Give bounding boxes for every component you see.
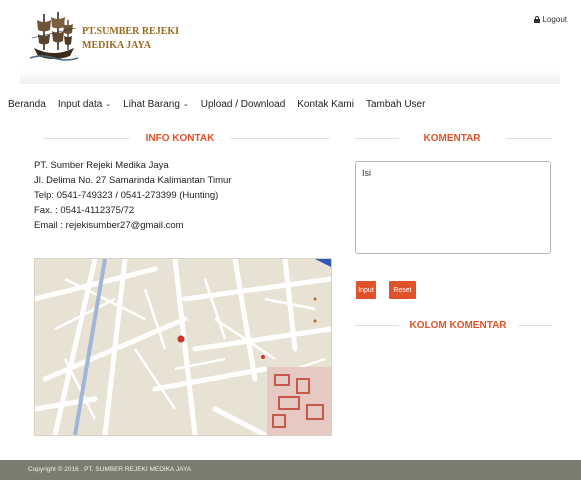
contact-company: PT. Sumber Rejeki Medika Jaya [34, 160, 169, 171]
nav-item-label: Kontak Kami [297, 98, 354, 110]
footer: Copyright © 2016 . PT. SUMBER REJEKI MED… [0, 460, 581, 480]
logout-label: Logout [542, 15, 567, 24]
divider [44, 138, 130, 139]
nav-item-beranda[interactable]: Beranda [8, 99, 46, 110]
divider [355, 138, 399, 139]
nav-item-upload-download[interactable]: Upload / Download [201, 99, 286, 110]
comment-textarea[interactable]: Isi [355, 161, 551, 254]
divider [355, 325, 399, 326]
input-button[interactable]: Input [356, 281, 376, 299]
contact-email: Email : rejekisumber27@gmail.com [34, 220, 184, 231]
nav-item-tambah-user[interactable]: Tambah User [366, 99, 425, 110]
contact-info: PT. Sumber Rejeki Medika Jaya Jl. Delima… [34, 158, 231, 233]
logout-link[interactable]: Logout [533, 15, 567, 24]
divider [506, 138, 552, 139]
nav-item-label: Tambah User [365, 98, 426, 110]
chevron-down-icon: ⌄ [182, 101, 189, 108]
komentar-title: KOMENTAR [423, 133, 481, 144]
nav-item-label: Upload / Download [200, 98, 286, 110]
map-graphic [35, 259, 331, 435]
brand-line-1: PT.SUMBER REJEKI [82, 26, 180, 37]
brand-line-2: MEDIKA JAYA [82, 40, 151, 51]
nav-item-label: Beranda [8, 98, 46, 110]
divider [518, 325, 552, 326]
header-divider [20, 70, 560, 84]
contact-address: Jl. Delima No. 27 Samarinda Kalimantan T… [34, 175, 232, 186]
copyright-text: Copyright © 2016 . PT. SUMBER REJEKI MED… [28, 466, 192, 473]
nav-item-lihat-barang[interactable]: Lihat Barang ⌄ [123, 99, 189, 110]
divider [230, 138, 330, 139]
location-map[interactable] [34, 258, 332, 436]
nav-item-kontak-kami[interactable]: Kontak Kami [297, 99, 354, 110]
header: PT.SUMBER REJEKI MEDIKA JAYA Logout [0, 0, 581, 84]
main-nav: Beranda Input data ⌄ Lihat Barang ⌄ Uplo… [0, 94, 429, 114]
nav-item-label: Input data [57, 98, 103, 110]
chevron-down-icon: ⌄ [105, 101, 112, 108]
lock-icon [533, 16, 540, 23]
reset-button[interactable]: Reset [389, 281, 416, 299]
brand-name: PT.SUMBER REJEKI MEDIKA JAYA [82, 25, 179, 53]
contact-fax: Fax. : 0541-4112375/72 [34, 205, 135, 216]
nav-item-input-data[interactable]: Input data ⌄ [58, 99, 111, 110]
info-kontak-title: INFO KONTAK [145, 133, 215, 144]
contact-phone: Telp: 0541-749323 / 0541-273399 (Hunting… [34, 190, 219, 201]
kolom-komentar-title: KOLOM KOMENTAR [409, 320, 507, 331]
ship-logo-icon [28, 8, 80, 64]
nav-item-label: Lihat Barang [123, 98, 180, 110]
